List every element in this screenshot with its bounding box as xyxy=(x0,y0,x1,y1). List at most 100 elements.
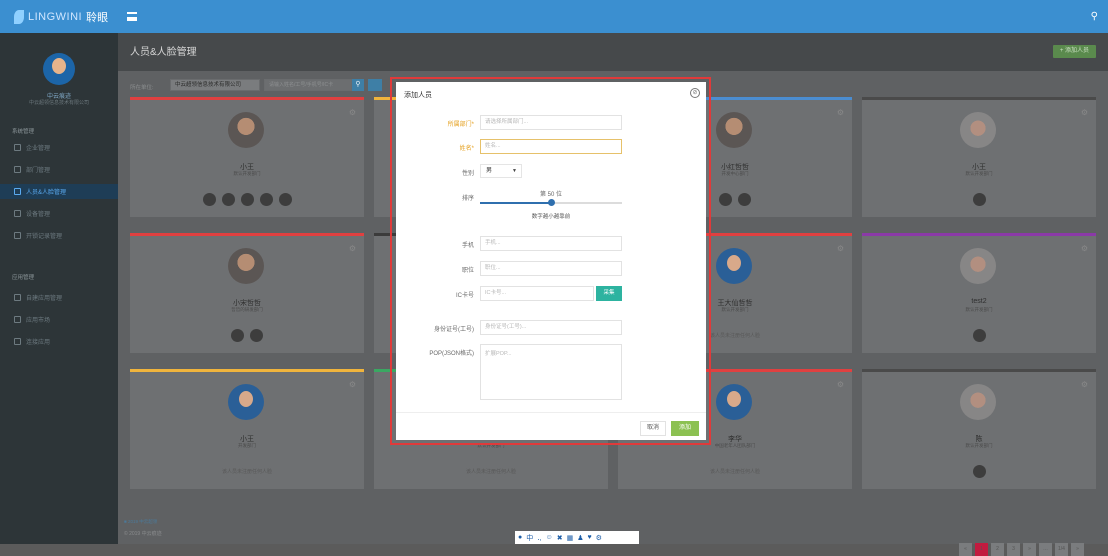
phone-label: 手机 xyxy=(461,243,474,249)
top-bar: LINGWINI 聆眼 ⚲ xyxy=(0,0,1108,33)
person-card[interactable]: ⚙ 小王 默认开发部门 xyxy=(130,97,364,217)
person-card[interactable]: ⚙ 小宋哲哲 哲哲的研发部门 xyxy=(130,233,364,353)
page-button[interactable]: … xyxy=(1039,543,1052,556)
ime-chinese-icon[interactable]: 中 xyxy=(526,533,533,543)
gear-icon[interactable]: ⚙ xyxy=(349,244,356,253)
no-face-notice: 该人员未注册任何人脸 xyxy=(465,469,516,475)
person-photo xyxy=(228,384,264,420)
sidebar-item-connect-apps[interactable]: 连接应用 xyxy=(0,334,118,349)
sidebar-item-label: 连接应用 xyxy=(26,340,51,346)
menu-toggle-icon[interactable] xyxy=(127,12,137,21)
face-thumbnail[interactable] xyxy=(738,193,751,206)
sidebar-item-people[interactable]: 人员&人脸管理 xyxy=(0,184,118,199)
face-thumbnail[interactable] xyxy=(719,193,732,206)
company-select[interactable]: 中云超领信息技术有限公司 xyxy=(170,79,260,91)
search-button[interactable]: ⚲ xyxy=(352,79,364,91)
ime-tools-icon[interactable]: ✖ xyxy=(557,534,563,542)
ic-input[interactable]: IC卡号... xyxy=(480,286,594,301)
cancel-button[interactable]: 取消 xyxy=(640,421,666,436)
app-logo[interactable]: LINGWINI 聆眼 xyxy=(14,9,108,25)
id-label: 身份证号(工号) xyxy=(434,327,474,333)
rank-slider-handle[interactable] xyxy=(548,199,555,206)
person-card[interactable]: ⚙ test2 默认开发部门 xyxy=(862,233,1096,353)
device-icon xyxy=(14,210,21,217)
phone-input[interactable]: 手机... xyxy=(480,236,622,251)
footer-link[interactable]: ■ 2019 中云超领 xyxy=(124,519,157,525)
page-button[interactable]: » xyxy=(1071,543,1084,556)
search-input[interactable]: 请输入姓名/工号/手机号/IC卡 xyxy=(264,79,352,91)
sidebar-item-unlock-records[interactable]: 开锁记录管理 xyxy=(0,228,118,243)
rank-value: 第 50 位 xyxy=(539,192,562,198)
person-dept: 默认开发部门 xyxy=(965,307,993,312)
home-icon xyxy=(14,144,21,151)
department-icon xyxy=(14,166,21,173)
page-button[interactable]: » xyxy=(1023,543,1036,556)
user-menu-icon[interactable]: ⚲ xyxy=(1091,11,1098,22)
person-card[interactable]: ⚙ 陈默认开发部门 xyxy=(862,369,1096,489)
name-input[interactable]: 姓名... xyxy=(480,139,622,154)
gear-icon[interactable]: ⚙ xyxy=(1081,380,1088,389)
dept-select[interactable]: 请选择所属部门... xyxy=(480,115,622,130)
page-button[interactable]: 1/4 xyxy=(1055,543,1068,556)
ime-logo-icon[interactable]: ● xyxy=(518,534,522,541)
add-person-button[interactable]: + 添加人员 xyxy=(1052,45,1096,58)
person-dept: 默认开发部门 xyxy=(965,443,993,448)
face-thumbnail[interactable] xyxy=(221,193,235,206)
ime-settings-icon[interactable]: ⚙ xyxy=(596,534,602,542)
sidebar-item-custom-apps[interactable]: 自建应用管理 xyxy=(0,290,118,305)
face-thumbnail[interactable] xyxy=(972,193,986,206)
dialog-footer-divider xyxy=(396,412,706,413)
face-thumbnail[interactable] xyxy=(259,193,273,206)
ime-user-icon[interactable]: ♟ xyxy=(577,534,583,542)
gear-icon[interactable]: ⚙ xyxy=(837,108,844,117)
submit-button[interactable]: 添加 xyxy=(671,421,699,436)
link-icon xyxy=(14,338,21,345)
face-thumbnail[interactable] xyxy=(202,193,216,206)
dialog-title: 添加人员 xyxy=(404,92,432,99)
page-button[interactable]: 3 xyxy=(1007,543,1020,556)
page-header: 人员&人脸管理 + 添加人员 xyxy=(118,33,1108,71)
page-button[interactable]: 2 xyxy=(991,543,1004,556)
face-thumbnail[interactable] xyxy=(972,465,986,478)
ime-keyboard-icon[interactable]: ▦ xyxy=(567,534,574,542)
sidebar-item-app-market[interactable]: 应用市场 xyxy=(0,312,118,327)
gear-icon[interactable]: ⚙ xyxy=(1081,108,1088,117)
position-input[interactable]: 职位... xyxy=(480,261,622,276)
gear-icon[interactable]: ⚙ xyxy=(837,244,844,253)
ime-skin-icon[interactable]: ♥ xyxy=(587,534,591,541)
face-thumbnail[interactable] xyxy=(250,329,263,342)
face-thumbnails xyxy=(862,329,1096,342)
gear-icon[interactable]: ⚙ xyxy=(349,108,356,117)
person-icon xyxy=(14,188,21,195)
face-thumbnail[interactable] xyxy=(240,193,254,206)
face-thumbnail[interactable] xyxy=(231,329,244,342)
person-card[interactable]: ⚙ 小王 默认开发部门 xyxy=(862,97,1096,217)
page-button[interactable]: « xyxy=(959,543,972,556)
person-card[interactable]: ⚙ 小王 开发部门 该人员未注册任何人脸 xyxy=(130,369,364,489)
gear-icon[interactable]: ⚙ xyxy=(1081,244,1088,253)
page-button[interactable]: 1 xyxy=(975,543,988,556)
face-thumbnail[interactable] xyxy=(972,329,986,342)
sidebar-item-company[interactable]: 企业管理 xyxy=(0,140,118,155)
name-label: 姓名* xyxy=(459,146,474,152)
gear-icon[interactable]: ⚙ xyxy=(349,380,356,389)
ime-toolbar[interactable]: ● 中 ․, ☺ ✖ ▦ ♟ ♥ ⚙ xyxy=(515,531,639,544)
face-thumbnail[interactable] xyxy=(278,193,292,206)
pop-textarea[interactable]: 扩展POP... xyxy=(480,344,622,400)
close-icon[interactable]: ⊘ xyxy=(690,88,700,98)
avatar[interactable] xyxy=(43,53,75,85)
filter-more-button[interactable] xyxy=(368,79,382,91)
pop-label: POP(JSON格式) xyxy=(429,351,474,357)
sidebar-item-label: 企业管理 xyxy=(26,146,51,152)
add-person-dialog: 添加人员 ⊘ 所属部门* 请选择所属部门... 姓名* 姓名... 性别 男 ▼ … xyxy=(396,82,706,440)
face-thumbnails xyxy=(130,193,364,206)
sidebar-item-device[interactable]: 设备管理 xyxy=(0,206,118,221)
id-input[interactable]: 身份证号(工号)... xyxy=(480,320,622,335)
collect-button[interactable]: 采集 xyxy=(596,286,622,301)
gear-icon[interactable]: ⚙ xyxy=(837,380,844,389)
ime-emoji-icon[interactable]: ☺ xyxy=(546,534,553,541)
ime-punct-icon[interactable]: ․, xyxy=(537,534,541,542)
sidebar-item-department[interactable]: 部门管理 xyxy=(0,162,118,177)
gender-select[interactable]: 男 ▼ xyxy=(480,164,522,178)
rank-slider[interactable] xyxy=(480,199,622,206)
